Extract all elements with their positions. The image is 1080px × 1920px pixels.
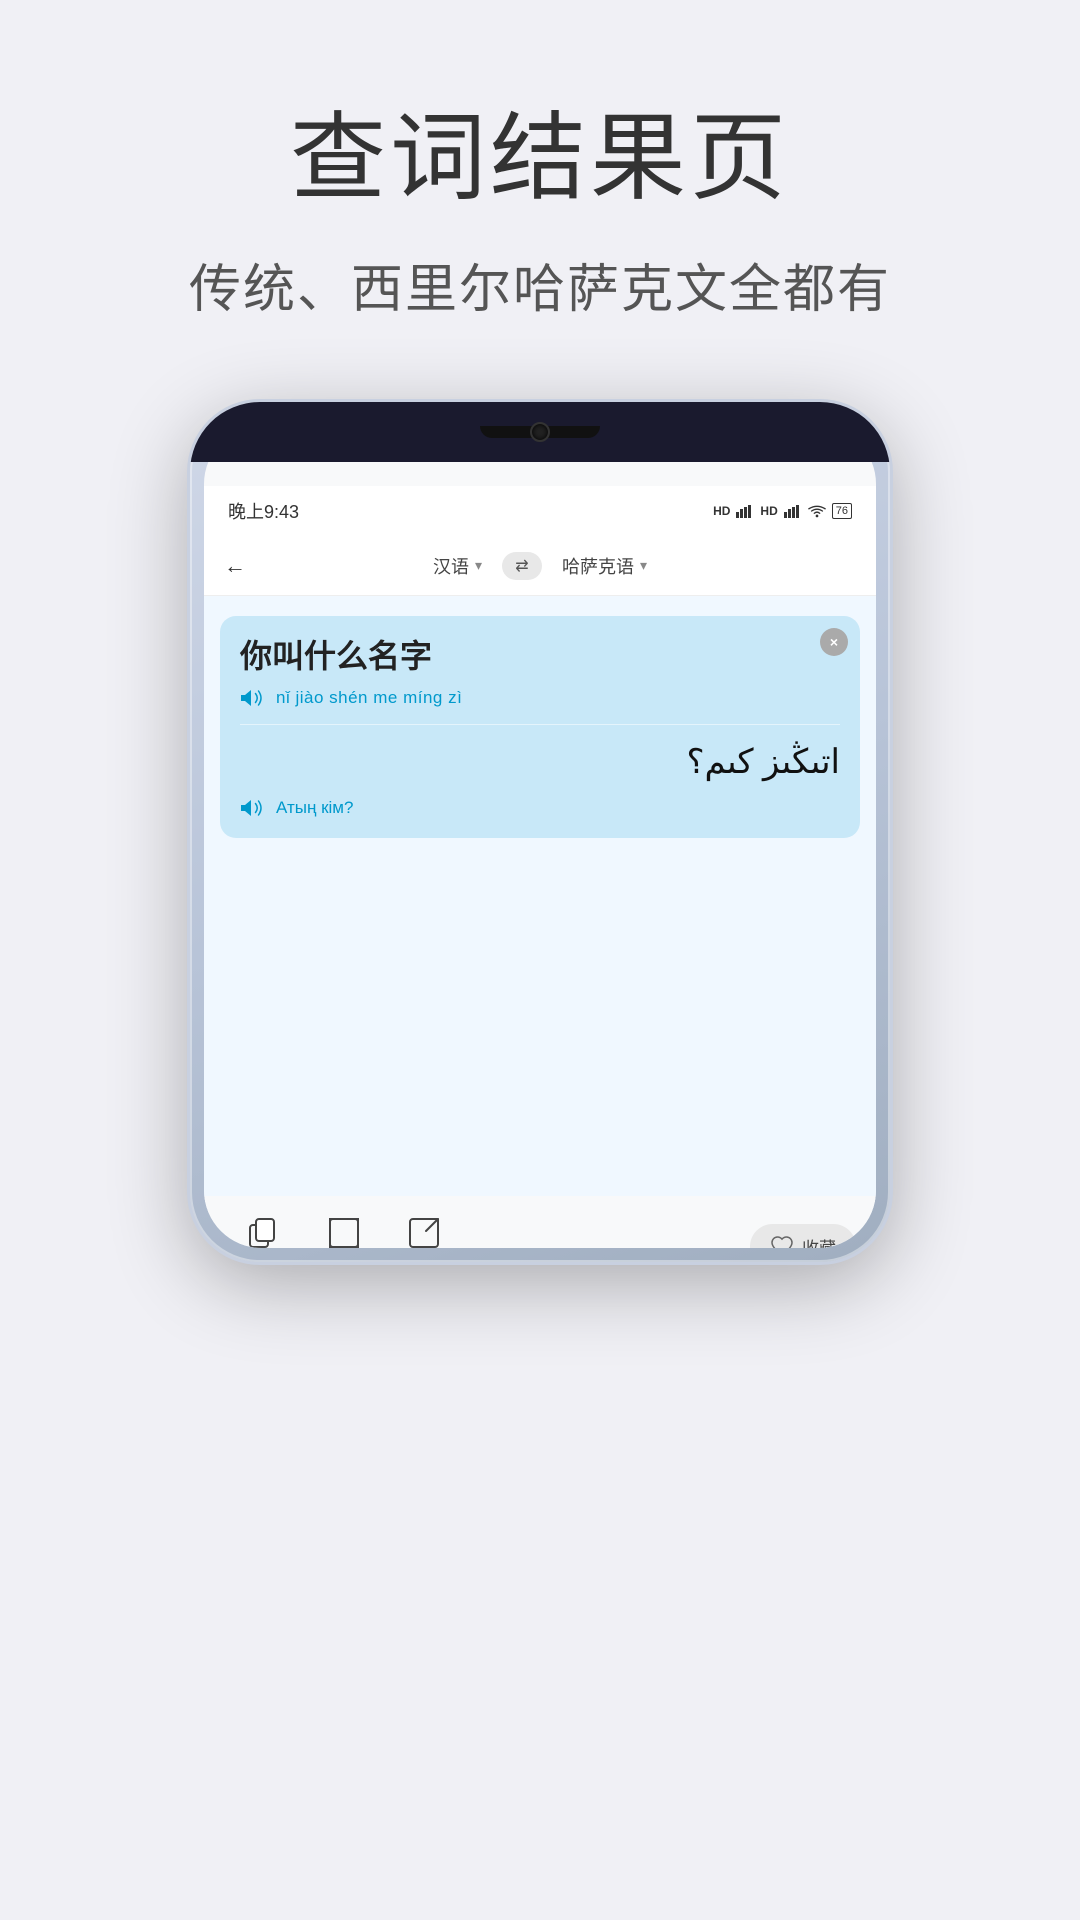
tts-source-button[interactable] [240,688,266,708]
lang-switch-button[interactable]: ⇄ [502,552,542,580]
status-icons: HD HD [713,503,852,519]
copy-action[interactable]: 复制 [224,1215,304,1248]
source-lang-selector[interactable]: 汉语 ▾ [433,553,482,579]
switch-icon: ⇄ [515,556,528,576]
screen-content: × 你叫什么名字 nǐ jiào shén me míng zì [204,596,876,1248]
wifi-icon [808,504,826,518]
phone-screen: 晚上9:43 HD HD [204,426,876,1248]
source-text: 你叫什么名字 [240,636,840,678]
pinyin-row: nǐ jiào shén me míng zì [240,688,840,708]
hd-badge-2: HD [760,504,777,518]
favorite-button[interactable]: 收藏 [750,1224,856,1249]
back-button[interactable]: ← [224,553,246,579]
translation-card: × 你叫什么名字 nǐ jiào shén me míng zì [220,616,860,838]
latin-row: Атың кім? [240,798,840,818]
signal-icon [736,504,754,518]
card-divider [240,724,840,725]
target-lang-chevron: ▾ [640,557,647,574]
status-time: 晚上9:43 [228,498,299,524]
camera-bump [480,426,600,438]
status-bar: 晚上9:43 HD HD [204,486,876,536]
action-items-left: 复制 全屏 [224,1215,487,1248]
close-button[interactable]: × [820,628,848,656]
hd-badge-1: HD [713,504,730,518]
battery-icon: 76 [832,503,852,519]
target-lang-label: 哈萨克语 [562,553,634,579]
source-lang-label: 汉语 [433,553,469,579]
phone-frame: 晚上9:43 HD HD [190,402,890,1262]
latin-script-text: Атың кім? [276,798,353,818]
page-title: 查词结果页 [290,80,790,219]
pinyin-text: nǐ jiào shén me míng zì [276,688,462,708]
front-camera [530,422,550,442]
nav-bar: ← 汉语 ▾ ⇄ 哈萨克语 ▾ [204,536,876,596]
target-lang-selector[interactable]: 哈萨克语 ▾ [562,553,647,579]
phone-notch [190,402,890,462]
fullscreen-action[interactable]: 全屏 [304,1215,384,1248]
favorite-label: 收藏 [802,1234,836,1249]
source-lang-chevron: ▾ [475,557,482,574]
signal-icon-2 [784,504,802,518]
arabic-script-text: اتىڭىز كىم؟ [240,737,840,788]
action-bar: 复制 全屏 [204,1196,876,1248]
tts-target-button[interactable] [240,798,266,818]
page-subtitle: 传统、西里尔哈萨克文全都有 [189,247,891,322]
share-action[interactable]: 分享 [384,1215,464,1248]
phone-mockup: 晚上9:43 HD HD [190,402,890,1262]
